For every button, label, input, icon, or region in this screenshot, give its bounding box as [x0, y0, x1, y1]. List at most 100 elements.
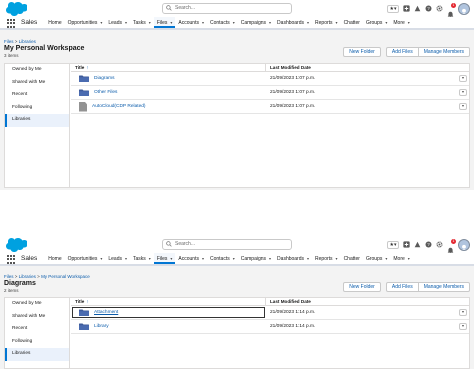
- add-files-button[interactable]: Add Files: [385, 282, 419, 292]
- table-row[interactable]: AutoCloud(CDP Related) 21/09/2023 1:07 p.…: [71, 100, 469, 114]
- chevron-down-icon[interactable]: ▾: [233, 20, 235, 25]
- sidebar-item-libraries[interactable]: Libraries: [5, 114, 69, 127]
- chevron-down-icon[interactable]: ▾: [269, 20, 271, 25]
- new-folder-button[interactable]: New Folder: [343, 47, 381, 57]
- breadcrumb-libraries[interactable]: Libraries: [19, 39, 36, 44]
- chevron-down-icon[interactable]: ▾: [385, 20, 387, 25]
- setup-gear-icon[interactable]: [436, 241, 443, 248]
- nav-tab-more[interactable]: More ▾: [390, 253, 412, 264]
- chevron-down-icon[interactable]: ▾: [149, 20, 151, 25]
- nav-tab-contacts[interactable]: Contacts ▾: [207, 253, 238, 264]
- sidebar-item-following[interactable]: Following: [5, 336, 69, 349]
- chevron-down-icon[interactable]: ▾: [100, 20, 102, 25]
- chevron-down-icon[interactable]: ▾: [100, 256, 102, 261]
- sidebar-item-following[interactable]: Following: [5, 102, 69, 115]
- nav-tab-reports[interactable]: Reports ▾: [312, 253, 341, 264]
- column-header-title[interactable]: Title ↑: [71, 64, 266, 71]
- sidebar-item-shared-with-me[interactable]: Shared with Me: [5, 77, 69, 90]
- chevron-down-icon[interactable]: ▾: [125, 256, 127, 261]
- row-actions-menu-icon[interactable]: ▼: [459, 75, 467, 82]
- chevron-down-icon[interactable]: ▾: [202, 256, 204, 261]
- salesforce-cloud-logo[interactable]: [5, 238, 27, 252]
- row-actions-menu-icon[interactable]: ▼: [459, 103, 467, 110]
- table-row[interactable]: Library 21/09/2023 1:14 p.m. ▼: [71, 320, 469, 334]
- table-row[interactable]: Attachment 21/09/2023 1:14 p.m. ▼: [71, 306, 469, 320]
- notifications-bell-icon[interactable]: 1: [447, 3, 456, 18]
- chevron-down-icon[interactable]: ▾: [269, 256, 271, 261]
- nav-tab-campaigns[interactable]: Campaigns ▾: [238, 17, 274, 28]
- favorites-star-icon[interactable]: ★▾: [387, 240, 399, 249]
- nav-tab-groups[interactable]: Groups ▾: [363, 253, 390, 264]
- nav-tab-dashboards[interactable]: Dashboards ▾: [274, 253, 312, 264]
- file-name-link[interactable]: Diagrams: [94, 76, 115, 81]
- global-search-input[interactable]: Search...: [162, 239, 292, 250]
- manage-members-button[interactable]: Manage Members: [418, 47, 470, 57]
- nav-tab-home[interactable]: Home: [45, 253, 64, 264]
- chevron-down-icon[interactable]: ▾: [307, 20, 309, 25]
- column-header-last-modified[interactable]: Last Modified Date: [266, 298, 469, 305]
- file-name-link[interactable]: AutoCloud(CDP Related): [92, 104, 146, 109]
- app-launcher-waffle-icon[interactable]: [7, 254, 17, 264]
- column-header-title[interactable]: Title ↑: [71, 298, 266, 305]
- chevron-down-icon[interactable]: ▾: [125, 20, 127, 25]
- manage-members-button[interactable]: Manage Members: [418, 282, 470, 292]
- nav-tab-accounts[interactable]: Accounts ▾: [175, 17, 207, 28]
- nav-tab-tasks[interactable]: Tasks ▾: [130, 17, 154, 28]
- nav-tab-reports[interactable]: Reports ▾: [312, 17, 341, 28]
- breadcrumb-workspace[interactable]: My Personal Workspace: [41, 274, 90, 279]
- new-folder-button[interactable]: New Folder: [343, 282, 381, 292]
- chevron-down-icon[interactable]: ▾: [336, 20, 338, 25]
- notifications-bell-icon[interactable]: 1: [447, 239, 456, 254]
- global-actions-plus-icon[interactable]: [403, 241, 410, 248]
- breadcrumb-files[interactable]: Files: [4, 39, 14, 44]
- chevron-down-icon[interactable]: ▾: [307, 256, 309, 261]
- setup-gear-icon[interactable]: [436, 5, 443, 12]
- trailhead-icon[interactable]: [414, 241, 421, 248]
- nav-tab-campaigns[interactable]: Campaigns ▾: [238, 253, 274, 264]
- favorites-star-icon[interactable]: ★▾: [387, 4, 399, 13]
- chevron-down-icon[interactable]: ▾: [408, 256, 410, 261]
- nav-tab-groups[interactable]: Groups ▾: [363, 17, 390, 28]
- nav-tab-leads[interactable]: Leads ▾: [105, 17, 130, 28]
- chevron-down-icon[interactable]: ▾: [233, 256, 235, 261]
- sidebar-item-owned-by-me[interactable]: Owned by Me: [5, 64, 69, 77]
- chevron-down-icon[interactable]: ▾: [149, 256, 151, 261]
- nav-tab-leads[interactable]: Leads ▾: [105, 253, 130, 264]
- global-actions-plus-icon[interactable]: [403, 5, 410, 12]
- chevron-down-icon[interactable]: ▾: [385, 256, 387, 261]
- nav-tab-files[interactable]: Files ▾: [153, 17, 176, 28]
- nav-tab-contacts[interactable]: Contacts ▾: [207, 17, 238, 28]
- breadcrumb-files[interactable]: Files: [4, 274, 14, 279]
- nav-tab-opportunities[interactable]: Opportunities ▾: [65, 253, 106, 264]
- help-icon[interactable]: ?: [425, 241, 432, 248]
- app-launcher-waffle-icon[interactable]: [7, 18, 17, 28]
- row-actions-menu-icon[interactable]: ▼: [459, 309, 467, 316]
- breadcrumb-libraries[interactable]: Libraries: [19, 274, 36, 279]
- chevron-down-icon[interactable]: ▾: [170, 256, 172, 261]
- sidebar-item-owned-by-me[interactable]: Owned by Me: [5, 298, 69, 311]
- user-avatar[interactable]: [458, 2, 470, 15]
- nav-tab-home[interactable]: Home: [45, 17, 64, 28]
- column-header-last-modified[interactable]: Last Modified Date: [266, 64, 469, 71]
- sidebar-item-recent[interactable]: Recent: [5, 89, 69, 102]
- sidebar-item-shared-with-me[interactable]: Shared with Me: [5, 311, 69, 324]
- file-name-link[interactable]: Attachment: [94, 310, 118, 315]
- user-avatar[interactable]: [458, 238, 470, 251]
- trailhead-icon[interactable]: [414, 5, 421, 12]
- table-row[interactable]: Diagrams 21/09/2023 1:07 p.m. ▼: [71, 72, 469, 86]
- row-actions-menu-icon[interactable]: ▼: [459, 323, 467, 330]
- chevron-down-icon[interactable]: ▾: [408, 20, 410, 25]
- help-icon[interactable]: ?: [425, 5, 432, 12]
- nav-tab-accounts[interactable]: Accounts ▾: [175, 253, 207, 264]
- add-files-button[interactable]: Add Files: [385, 47, 419, 57]
- chevron-down-icon[interactable]: ▾: [170, 20, 172, 25]
- nav-tab-dashboards[interactable]: Dashboards ▾: [274, 17, 312, 28]
- nav-tab-opportunities[interactable]: Opportunities ▾: [65, 17, 106, 28]
- chevron-down-icon[interactable]: ▾: [202, 20, 204, 25]
- file-name-link[interactable]: Other Files: [94, 90, 117, 95]
- global-search-input[interactable]: Search...: [162, 3, 292, 14]
- row-actions-menu-icon[interactable]: ▼: [459, 89, 467, 96]
- salesforce-cloud-logo[interactable]: [5, 2, 27, 16]
- table-row[interactable]: Other Files 21/09/2023 1:07 p.m. ▼: [71, 86, 469, 100]
- file-name-link[interactable]: Library: [94, 324, 109, 329]
